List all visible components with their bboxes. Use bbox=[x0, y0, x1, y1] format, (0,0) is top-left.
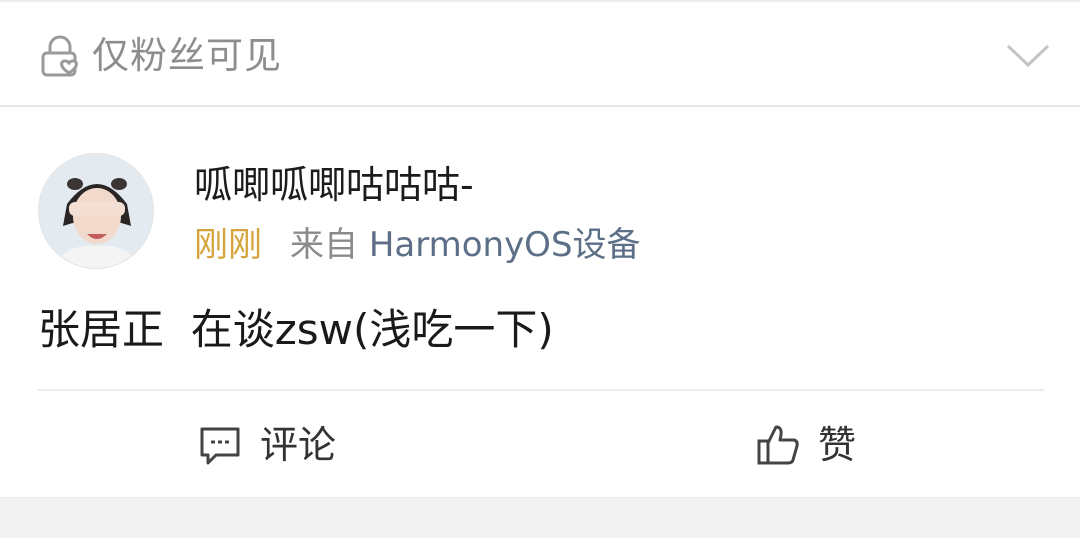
thumbs-up-icon bbox=[757, 425, 799, 465]
avatar[interactable] bbox=[38, 153, 154, 269]
post-body: 张居正 在谈zsw(浅吃一下) bbox=[38, 305, 554, 354]
visibility-bar[interactable]: 仅粉丝可见 bbox=[0, 0, 1080, 107]
source-device: HarmonyOS设备 bbox=[368, 225, 641, 265]
post-source: 来自 HarmonyOS设备 bbox=[290, 222, 641, 268]
post-time: 刚刚 bbox=[194, 225, 262, 265]
comment-icon bbox=[200, 427, 240, 465]
visibility-label: 仅粉丝可见 bbox=[92, 34, 282, 77]
bottom-separator bbox=[0, 497, 1080, 538]
post-card: 仅粉丝可见 呱唧呱唧咕咕咕- 刚刚 来自 HarmonyOS设备 张居正 在谈z… bbox=[0, 0, 1080, 538]
like-label: 赞 bbox=[818, 423, 857, 467]
chevron-down-icon[interactable] bbox=[1004, 40, 1052, 70]
avatar-image bbox=[39, 154, 153, 268]
divider bbox=[38, 389, 1044, 391]
source-prefix: 来自 bbox=[290, 225, 369, 265]
like-button[interactable]: 赞 bbox=[754, 415, 856, 475]
comment-label: 评论 bbox=[260, 423, 337, 467]
comment-button[interactable]: 评论 bbox=[196, 415, 336, 475]
author-name[interactable]: 呱唧呱唧咕咕咕- bbox=[194, 160, 474, 210]
lock-heart-icon bbox=[41, 35, 78, 77]
